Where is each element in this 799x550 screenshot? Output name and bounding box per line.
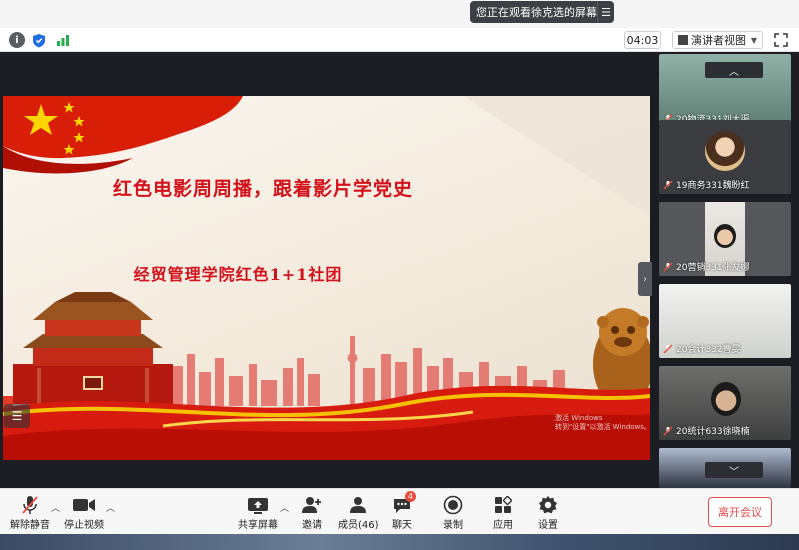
slide-title: 红色电影周周播，跟着影片学党史	[112, 178, 413, 200]
invite-label: 邀请	[302, 520, 322, 531]
record-button[interactable]: 录制	[443, 494, 463, 532]
unmute-button[interactable]: 解除静音	[10, 494, 50, 532]
view-mode-label: 演讲者视图	[691, 34, 746, 47]
watermark-line2: 转到"设置"以激活 Windows。	[555, 423, 650, 431]
chevron-up-icon[interactable]: ︿	[280, 501, 289, 514]
chevron-down-icon: ▼	[750, 35, 757, 45]
chevron-up-icon[interactable]: ︿	[106, 501, 115, 514]
meeting-toolbar: i 04:03 演讲者视图 ▼	[0, 28, 799, 52]
chat-unread-badge: 4	[405, 491, 416, 502]
settings-button[interactable]: 设置	[538, 494, 558, 532]
members-icon	[350, 497, 367, 513]
mic-muted-icon	[663, 426, 673, 435]
video-camera-icon	[73, 499, 95, 511]
settings-label: 设置	[538, 520, 558, 531]
participant-name: 19商务331魏盼红	[676, 181, 750, 191]
participant-label: 20营销331张友娜	[663, 260, 750, 273]
signal-icon[interactable]	[55, 32, 71, 48]
avatar	[711, 382, 741, 416]
watermark-line1: 激活 Windows	[555, 414, 603, 422]
share-screen-icon	[248, 497, 268, 514]
slide-subtitle: 经贸管理学院红色1+1社团	[133, 265, 343, 284]
screen-share-banner: 您正在观看徐克选的屏幕 ☰	[470, 1, 614, 23]
participant-tile[interactable]: 20统计633徐晓楠	[659, 366, 791, 440]
mic-muted-icon	[663, 262, 673, 271]
record-icon	[443, 495, 463, 515]
chevron-up-icon[interactable]: ︿	[705, 62, 763, 78]
members-label: 成员(46)	[338, 520, 379, 531]
meeting-controls: 解除静音 ︿ 停止视频 ︿ 共享屏幕 ︿ 邀请 成员(46) 4 聊天 录制 应…	[0, 488, 799, 534]
collapse-rail-handle[interactable]: ›	[638, 262, 652, 296]
share-screen-button[interactable]: 共享屏幕	[238, 494, 278, 532]
chevron-up-icon[interactable]: ︿	[51, 501, 60, 514]
participant-tile[interactable]: ︿ 20物流331刘大渠	[659, 54, 791, 128]
invite-button[interactable]: 邀请	[302, 494, 322, 532]
members-button[interactable]: 成员(46)	[338, 494, 379, 532]
chevron-down-icon[interactable]: ﹀	[705, 462, 763, 478]
record-label: 录制	[443, 520, 463, 531]
top-strip: 您正在观看徐克选的屏幕 ☰	[0, 0, 799, 28]
participant-rail: ︿ 20物流331刘大渠 19商务331魏盼红 20营销331张友娜 20会计3…	[652, 52, 799, 488]
share-screen-label: 共享屏幕	[238, 520, 278, 531]
mic-muted-icon	[22, 496, 38, 514]
participant-label: 19商务331魏盼红	[663, 178, 750, 191]
speaker-view-icon	[678, 35, 688, 45]
participant-tile[interactable]: 19商务331魏盼红	[659, 120, 791, 194]
apps-label: 应用	[493, 520, 513, 531]
shared-screen-area: 红色电影周周播，跟着影片学党史 经贸管理学院红色1+1社团 激活 Windows…	[0, 52, 652, 488]
participant-name: 20营销331张友娜	[676, 263, 750, 273]
apps-button[interactable]: 应用	[493, 494, 513, 532]
avatar	[714, 224, 736, 248]
participant-name: 20会计332曹雯	[676, 345, 741, 355]
participant-label: 20统计633徐晓楠	[663, 424, 750, 437]
meeting-timer: 04:03	[624, 31, 661, 49]
stop-video-label: 停止视频	[64, 520, 104, 531]
share-banner-text: 您正在观看徐克选的屏幕	[476, 6, 597, 19]
add-user-icon	[302, 497, 321, 513]
windows-activation-watermark: 激活 Windows 转到"设置"以激活 Windows。	[555, 414, 650, 432]
info-icon[interactable]: i	[9, 32, 25, 48]
avatar	[705, 131, 745, 171]
chat-button[interactable]: 4 聊天	[392, 491, 416, 532]
apps-icon	[495, 496, 512, 513]
leave-meeting-button[interactable]: 离开会议	[708, 497, 772, 527]
participant-tile[interactable]: 20营销331张友娜	[659, 202, 791, 276]
mic-muted-icon	[663, 344, 673, 353]
mic-muted-icon	[663, 180, 673, 189]
chat-label: 聊天	[392, 520, 412, 531]
participant-tile[interactable]: ﹀	[659, 448, 791, 488]
participant-tile[interactable]: 20会计332曹雯	[659, 284, 791, 358]
participant-label: 20会计332曹雯	[663, 342, 741, 355]
presentation-slide: 红色电影周周播，跟着影片学党史 经贸管理学院红色1+1社团 激活 Windows…	[3, 96, 650, 460]
list-icon[interactable]: ☰	[4, 404, 30, 428]
fullscreen-icon[interactable]	[773, 32, 789, 48]
participant-name: 20统计633徐晓楠	[676, 427, 750, 437]
unmute-label: 解除静音	[10, 520, 50, 531]
view-mode-select[interactable]: 演讲者视图 ▼	[672, 31, 763, 49]
shield-icon[interactable]	[31, 32, 47, 48]
gear-icon	[539, 496, 557, 514]
stop-video-button[interactable]: 停止视频	[64, 494, 104, 532]
menu-icon[interactable]: ☰	[597, 1, 614, 23]
desktop-background	[0, 534, 799, 550]
